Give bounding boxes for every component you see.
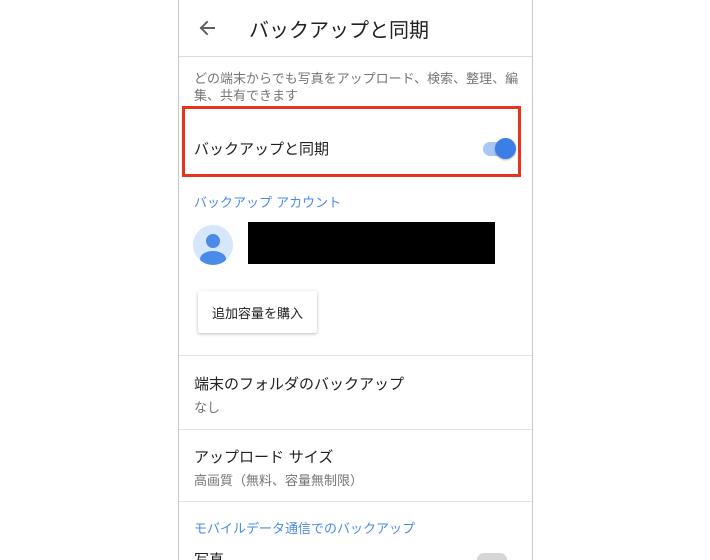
page-title: バックアップと同期 [249,18,429,42]
device-folder-backup-title: 端末のフォルダのバックアップ [194,375,405,393]
backup-sync-label: バックアップと同期 [194,140,330,158]
toggle-thumb [495,138,516,159]
app-bar: バックアップと同期 [179,0,532,57]
back-arrow-icon[interactable] [195,16,219,40]
upload-size-row[interactable]: アップロード サイズ 高画質（無料、容量無制限） [179,446,532,518]
mobile-photos-row[interactable]: 写真 [179,545,532,560]
device-folder-backup-row[interactable]: 端末のフォルダのバックアップ なし [179,373,532,445]
settings-screen: バックアップと同期 どの端末からでも写真をアップロード、検索、整理、編集、共有で… [178,0,533,560]
divider [179,501,532,502]
backup-sync-toggle[interactable] [481,137,521,161]
buy-storage-button[interactable]: 追加容量を購入 [198,291,317,333]
upload-size-title: アップロード サイズ [194,448,334,466]
backup-account-heading: バックアップ アカウント [194,196,342,211]
mobile-backup-heading: モバイルデータ通信でのバックアップ [194,522,416,537]
device-folder-backup-value: なし [194,401,221,416]
avatar-icon[interactable] [193,225,233,265]
mobile-photos-label: 写真 [194,551,225,560]
upload-size-value: 高画質（無料、容量無制限） [194,474,364,489]
divider [179,429,532,430]
account-name-redacted [248,222,495,264]
mobile-photos-toggle[interactable] [477,553,507,560]
divider [179,355,532,356]
sync-description: どの端末からでも写真をアップロード、検索、整理、編集、共有できます [194,72,519,104]
